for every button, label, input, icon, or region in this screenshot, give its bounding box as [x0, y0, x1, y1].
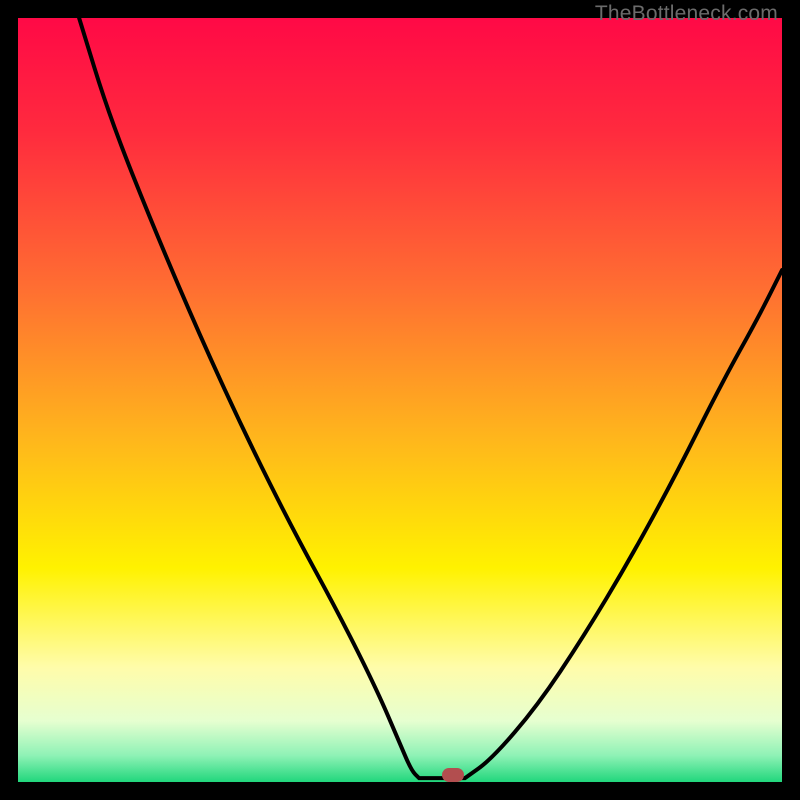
bottleneck-curve [18, 18, 782, 782]
plot-area [18, 18, 782, 782]
chart-frame: TheBottleneck.com [0, 0, 800, 800]
optimal-point-marker [442, 768, 464, 782]
watermark-text: TheBottleneck.com [595, 2, 778, 26]
